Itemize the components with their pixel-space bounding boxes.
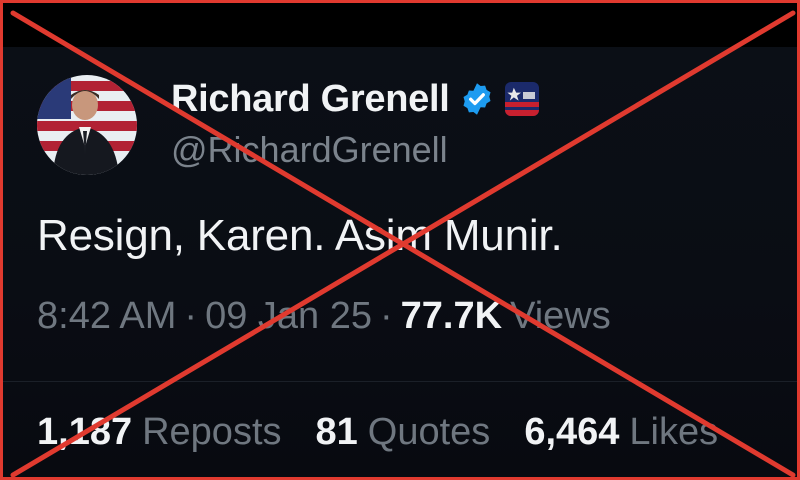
tweet-time[interactable]: 8:42 AM <box>37 295 176 338</box>
author-row: Richard Grenell <box>171 75 540 123</box>
stat-number: 6,464 <box>524 411 620 453</box>
stat-number: 81 <box>315 411 358 453</box>
meta-separator: · <box>380 295 393 337</box>
verified-badge-icon[interactable] <box>459 81 495 117</box>
screenshot-frame: Richard Grenell @RichardGrenell Resign, … <box>0 0 800 480</box>
tweet-meta: 8:42 AM · 09 Jan 25 · 77.7K Views <box>37 295 611 338</box>
stat-label: Likes <box>629 411 719 453</box>
flag-affiliate-icon[interactable] <box>505 82 540 116</box>
top-bar <box>3 3 797 47</box>
stat-label: Reposts <box>142 411 282 453</box>
tweet-date[interactable]: 09 Jan 25 <box>205 295 372 338</box>
author-handle[interactable]: @RichardGrenell <box>171 129 448 171</box>
tweet-text: Resign, Karen. Asim Munir. <box>37 211 563 260</box>
stat-likes[interactable]: 6,464 Likes <box>524 411 718 454</box>
views-label: Views <box>510 295 611 337</box>
stat-reposts[interactable]: 1,187 Reposts <box>37 411 282 454</box>
avatar-image <box>37 75 137 175</box>
stat-number: 1,187 <box>37 411 133 453</box>
views-count: 77.7K <box>400 295 503 337</box>
avatar[interactable] <box>37 75 137 175</box>
meta-separator: · <box>184 295 198 337</box>
stat-quotes[interactable]: 81 Quotes <box>316 411 491 454</box>
engagement-stats: 1,187 Reposts 81 Quotes 6,464 Likes <box>37 411 752 454</box>
author-name[interactable]: Richard Grenell <box>171 78 450 121</box>
divider <box>3 381 797 382</box>
stat-label: Quotes <box>367 411 491 453</box>
